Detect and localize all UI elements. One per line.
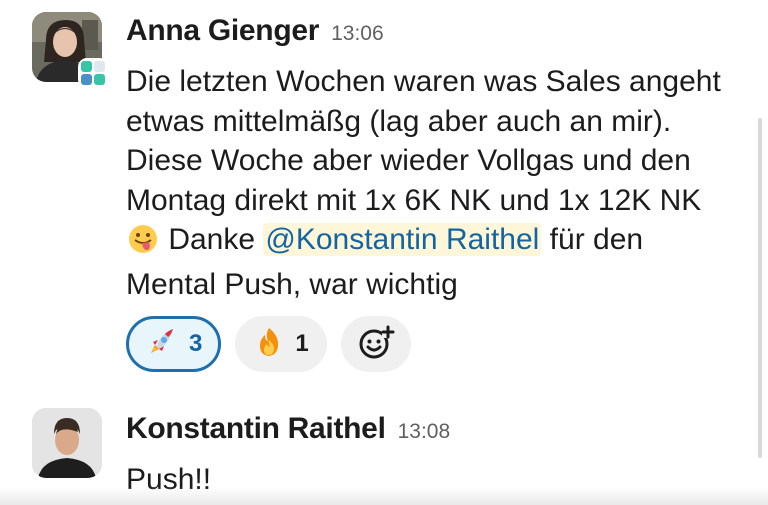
org-logo-icon	[78, 58, 108, 88]
reaction-count: 1	[295, 330, 309, 357]
bottom-fade	[0, 487, 768, 505]
avatar[interactable]	[32, 12, 108, 88]
message-timestamp[interactable]: 13:08	[398, 420, 451, 444]
message-timestamp[interactable]: 13:06	[331, 22, 384, 46]
reaction-fire[interactable]: 1	[235, 316, 327, 372]
avatar[interactable]	[32, 408, 102, 478]
message-text-part: Danke	[160, 223, 264, 256]
reaction-count: 3	[189, 330, 203, 357]
sender-name[interactable]: Anna Gienger	[126, 14, 319, 48]
message-feed: Anna Gienger 13:06 Die letzten Wochen wa…	[0, 0, 768, 505]
scrollbar[interactable]	[758, 118, 762, 458]
add-reaction-icon	[356, 322, 396, 367]
rocket-icon	[145, 325, 179, 364]
reaction-rocket[interactable]: 3	[126, 316, 222, 372]
avatar-konstantin-image	[32, 408, 102, 478]
message-item: Anna Gienger 13:06 Die letzten Wochen wa…	[0, 0, 768, 390]
reactions-bar: 3 1	[126, 316, 411, 372]
message-text: Die letzten Wochen waren was Sales angeh…	[126, 62, 736, 304]
sender-name[interactable]: Konstantin Raithel	[126, 412, 386, 446]
tongue-out-face-icon	[128, 224, 158, 265]
message-header: Konstantin Raithel 13:08	[126, 412, 738, 452]
fire-icon	[253, 326, 285, 363]
message-text-part: Die letzten Wochen waren was Sales angeh…	[126, 65, 721, 217]
message-content: Anna Gienger 13:06 Die letzten Wochen wa…	[126, 14, 738, 372]
message-header: Anna Gienger 13:06	[126, 14, 738, 54]
user-mention[interactable]: @Konstantin Raithel	[263, 223, 542, 256]
add-reaction-button[interactable]	[340, 316, 411, 372]
